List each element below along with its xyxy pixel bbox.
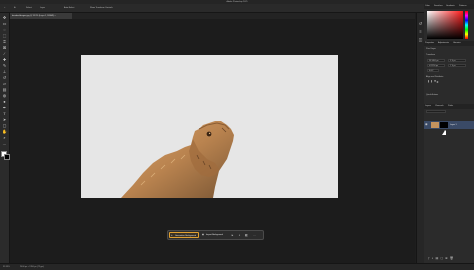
tab-channels[interactable]: Channels xyxy=(435,104,443,109)
crop-tool-icon[interactable]: ⌗ xyxy=(2,39,7,44)
hue-slider[interactable] xyxy=(465,11,468,39)
angle-field[interactable]: 0.00° xyxy=(427,69,439,72)
color-picker-field[interactable] xyxy=(427,11,463,39)
healing-tool-icon[interactable]: ✚ xyxy=(2,57,7,62)
contextual-task-bar: ✦ Generative Background ▣ Import Backgro… xyxy=(167,230,264,240)
tools-panel: ✥ ▭ ◌ ⬚ ⌗ ⊠ ⁄ ✚ ✎ ⊥ ↺ ▱ ▤ ◍ ● ✒ T ➤ ▢ ✋ … xyxy=(0,13,10,263)
tab-paths[interactable]: Paths xyxy=(448,104,453,109)
gradient-tool-icon[interactable]: ▤ xyxy=(2,87,7,92)
bearded-dragon-image xyxy=(121,121,234,198)
move-tool-icon[interactable]: ✥ xyxy=(2,15,7,20)
transform-section-label[interactable]: Transform xyxy=(426,54,435,56)
zoom-tool-icon[interactable]: ⌕ xyxy=(2,135,7,140)
tab-color[interactable]: Color xyxy=(425,4,430,9)
lasso-tool-icon[interactable]: ◌ xyxy=(2,27,7,32)
document-size: 2400 px × 1350 px (72 ppi) xyxy=(20,266,44,268)
dodge-tool-icon[interactable]: ● xyxy=(2,99,7,104)
auto-select-checkbox[interactable]: Auto-Select xyxy=(64,4,74,12)
options-bar: ⌂ ✥ Select: Layer Auto-Select Show Trans… xyxy=(0,4,474,13)
visibility-eye-icon[interactable]: ◉ xyxy=(425,122,428,126)
tab-swatches[interactable]: Swatches xyxy=(434,4,443,9)
more-options-button[interactable]: ··· xyxy=(252,232,257,238)
path-select-tool-icon[interactable]: ➤ xyxy=(2,117,7,122)
eraser-tool-icon[interactable]: ▱ xyxy=(2,81,7,86)
tab-gradients[interactable]: Gradients xyxy=(446,4,455,9)
properties-title: Pixel Layer xyxy=(426,48,436,50)
object-select-tool-icon[interactable]: ⬚ xyxy=(2,33,7,38)
show-transform-checkbox[interactable]: Show Transform Controls xyxy=(90,4,113,12)
layer-actions-icons[interactable]: ƒ◐▤▢⊕🗑 xyxy=(428,256,455,260)
type-tool-icon[interactable]: T xyxy=(2,111,7,116)
home-icon[interactable]: ⌂ xyxy=(4,4,5,12)
tab-properties[interactable]: Properties xyxy=(425,41,434,46)
layer-name[interactable]: Layer 1 xyxy=(450,121,457,129)
width-field[interactable]: W 2400 px xyxy=(427,59,445,62)
properties-panel-icon[interactable]: ≡ xyxy=(418,29,423,34)
tab-layers[interactable]: Layers xyxy=(425,104,431,109)
generative-background-button[interactable]: ✦ Generative Background xyxy=(169,232,199,238)
import-background-button[interactable]: ▣ Import Background xyxy=(201,232,229,238)
x-field[interactable]: X 0 px xyxy=(448,59,466,62)
align-icons[interactable]: ▌▐ ▀▄ xyxy=(428,81,439,83)
quick-actions-label[interactable]: Quick Actions xyxy=(426,94,438,96)
mask-icon[interactable]: ◐ xyxy=(237,232,242,238)
move-tool-icon[interactable]: ✥ xyxy=(14,4,16,12)
pen-tool-icon[interactable]: ✒ xyxy=(2,105,7,110)
height-field[interactable]: H 1350 px xyxy=(427,64,445,67)
comments-panel-icon[interactable]: ◫ xyxy=(418,37,423,42)
color-panel-tabs: Color Swatches Gradients Patterns xyxy=(424,4,474,9)
layer-row[interactable]: ◉ Layer 1 xyxy=(424,121,474,135)
layer-mask-thumbnail[interactable] xyxy=(440,122,448,135)
stamp-tool-icon[interactable]: ⊥ xyxy=(2,69,7,74)
align-section-label[interactable]: Align and Distribute xyxy=(426,76,443,78)
layers-panel-tabs: Layers Channels Paths xyxy=(424,104,474,109)
more-tools-icon[interactable]: ··· xyxy=(2,142,7,147)
properties-panel-tabs: Properties Adjustments Libraries xyxy=(424,41,474,46)
document-canvas[interactable] xyxy=(81,55,338,198)
generative-background-label: Generative Background xyxy=(175,235,197,237)
tab-libraries[interactable]: Libraries xyxy=(453,41,461,46)
brush-tool-icon[interactable]: ✎ xyxy=(2,63,7,68)
eyedropper-tool-icon[interactable]: ⁄ xyxy=(2,51,7,56)
tab-adjustments[interactable]: Adjustments xyxy=(438,41,449,46)
blur-tool-icon[interactable]: ◍ xyxy=(2,93,7,98)
y-field[interactable]: Y 0 px xyxy=(448,64,466,67)
tab-patterns[interactable]: Patterns xyxy=(459,4,466,9)
layer-thumbnail xyxy=(431,122,439,128)
image-icon: ▣ xyxy=(202,234,204,236)
sparkle-icon: ✦ xyxy=(171,235,173,237)
hand-tool-icon[interactable]: ✋ xyxy=(2,129,7,134)
frame-tool-icon[interactable]: ⊠ xyxy=(2,45,7,50)
select-subject-icon[interactable]: ▸ xyxy=(230,232,235,238)
import-background-label: Import Background xyxy=(206,234,223,236)
options-select-label: Select: xyxy=(26,7,33,9)
shape-tool-icon[interactable]: ▢ xyxy=(2,123,7,128)
adjust-icon[interactable]: ◧ xyxy=(244,232,249,238)
history-panel-icon[interactable]: ↺ xyxy=(418,21,423,26)
options-layer-dropdown[interactable]: Layer xyxy=(40,4,45,12)
zoom-level[interactable]: 33.33% xyxy=(3,264,10,270)
layer-filter-field[interactable] xyxy=(426,110,446,113)
marquee-tool-icon[interactable]: ▭ xyxy=(2,21,7,26)
history-brush-tool-icon[interactable]: ↺ xyxy=(2,75,7,80)
right-panels: Color Swatches Gradients Patterns Proper… xyxy=(424,4,474,263)
